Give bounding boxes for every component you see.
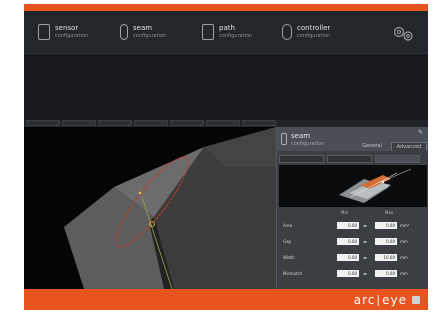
arrow-icon: ◂▸ — [363, 255, 368, 260]
row-unit: mm — [400, 255, 408, 260]
nav-controller-configuration[interactable]: controller configuration — [282, 11, 330, 53]
nav-sensor-configuration[interactable]: sensor configuration — [38, 11, 88, 53]
area-min-input[interactable]: 0.00 — [337, 222, 359, 229]
nav-sensor-subtitle: configuration — [55, 33, 89, 39]
footer-bar: arc | eye — [24, 289, 428, 310]
row-label: Area — [283, 223, 293, 228]
row-unit: mm — [400, 239, 408, 244]
arrow-icon: ◂▸ — [363, 271, 368, 276]
arrow-icon: ◂▸ — [363, 223, 368, 228]
gap-min-input[interactable]: 0.00 — [337, 238, 359, 245]
viewport-tab[interactable] — [26, 120, 60, 126]
panel-subtabs — [279, 155, 427, 163]
nav-sensor-title: sensor — [55, 24, 79, 32]
top-navigation: sensor configuration seam configuration … — [24, 11, 428, 54]
nav-controller-subtitle: configuration — [297, 33, 331, 39]
column-min-label: Min — [341, 210, 349, 215]
app-window: sensor configuration seam configuration … — [24, 4, 428, 310]
width-min-input[interactable]: 0.00 — [337, 254, 359, 261]
mismatch-max-input[interactable]: 0.00 — [375, 270, 397, 277]
seam-diagram — [279, 165, 427, 207]
panel-subtab[interactable] — [279, 155, 324, 163]
sensor-icon — [38, 24, 50, 40]
viewport-tab[interactable] — [170, 120, 204, 126]
width-max-input[interactable]: 10.00 — [375, 254, 397, 261]
nav-seam-title: seam — [133, 24, 153, 32]
row-label: Width — [283, 255, 295, 260]
tab-advanced[interactable]: Advanced — [391, 142, 427, 151]
panel-title: seam — [291, 132, 311, 140]
viewport-tab[interactable] — [242, 120, 276, 126]
seam-icon — [281, 133, 287, 145]
nav-path-subtitle: configuration — [219, 33, 253, 39]
logo-arc-text: arc — [353, 292, 376, 307]
seam-icon — [120, 24, 128, 40]
param-row-area: Area 0.00 ◂▸ 0.00 mm² — [279, 219, 427, 233]
arrow-icon: ◂▸ — [363, 239, 368, 244]
viewport-toolbar — [24, 120, 428, 127]
mismatch-min-input[interactable]: 0.00 — [337, 270, 359, 277]
seam-configuration-panel: seam configuration General Advanced ✎ Mi… — [276, 127, 428, 289]
param-row-width: Width 0.00 ◂▸ 10.00 mm — [279, 251, 427, 265]
logo-badge-icon — [412, 295, 420, 304]
path-icon — [202, 24, 214, 40]
tab-general[interactable]: General — [355, 142, 389, 151]
panel-subtitle: configuration — [291, 141, 325, 147]
controller-icon — [282, 24, 292, 40]
panel-header: seam configuration General Advanced ✎ — [277, 127, 428, 151]
arc-eye-logo: arc | eye — [353, 292, 420, 307]
nav-controller-title: controller — [297, 24, 331, 32]
row-label: Gap — [283, 239, 292, 244]
viewport-tab[interactable] — [98, 120, 132, 126]
param-row-gap: Gap 0.00 ◂▸ 0.00 mm — [279, 235, 427, 249]
logo-separator: | — [376, 293, 382, 306]
panel-subtab[interactable] — [327, 155, 372, 163]
panel-subtab-active[interactable] — [375, 155, 420, 163]
gap-max-input[interactable]: 0.00 — [375, 238, 397, 245]
column-max-label: Max — [385, 210, 394, 215]
nav-seam-subtitle: configuration — [133, 33, 167, 39]
param-row-mismatch: Mismatch 0.00 ◂▸ 0.00 mm — [279, 267, 427, 281]
top-accent-strip — [24, 4, 428, 11]
logo-eye-text: eye — [382, 292, 407, 307]
3d-viewport[interactable] — [24, 127, 276, 289]
empty-workspace-area — [24, 54, 428, 120]
viewport-tab[interactable] — [62, 120, 96, 126]
wrench-icon[interactable]: ✎ — [418, 129, 423, 136]
viewport-tab[interactable] — [206, 120, 240, 126]
area-max-input[interactable]: 0.00 — [375, 222, 397, 229]
nav-path-title: path — [219, 24, 235, 32]
row-label: Mismatch — [283, 271, 303, 276]
nav-seam-configuration[interactable]: seam configuration — [120, 11, 166, 53]
gears-icon[interactable] — [392, 26, 413, 41]
nav-path-configuration[interactable]: path configuration — [202, 11, 252, 53]
viewport-tab[interactable] — [134, 120, 168, 126]
row-unit: mm² — [400, 223, 410, 228]
row-unit: mm — [400, 271, 408, 276]
